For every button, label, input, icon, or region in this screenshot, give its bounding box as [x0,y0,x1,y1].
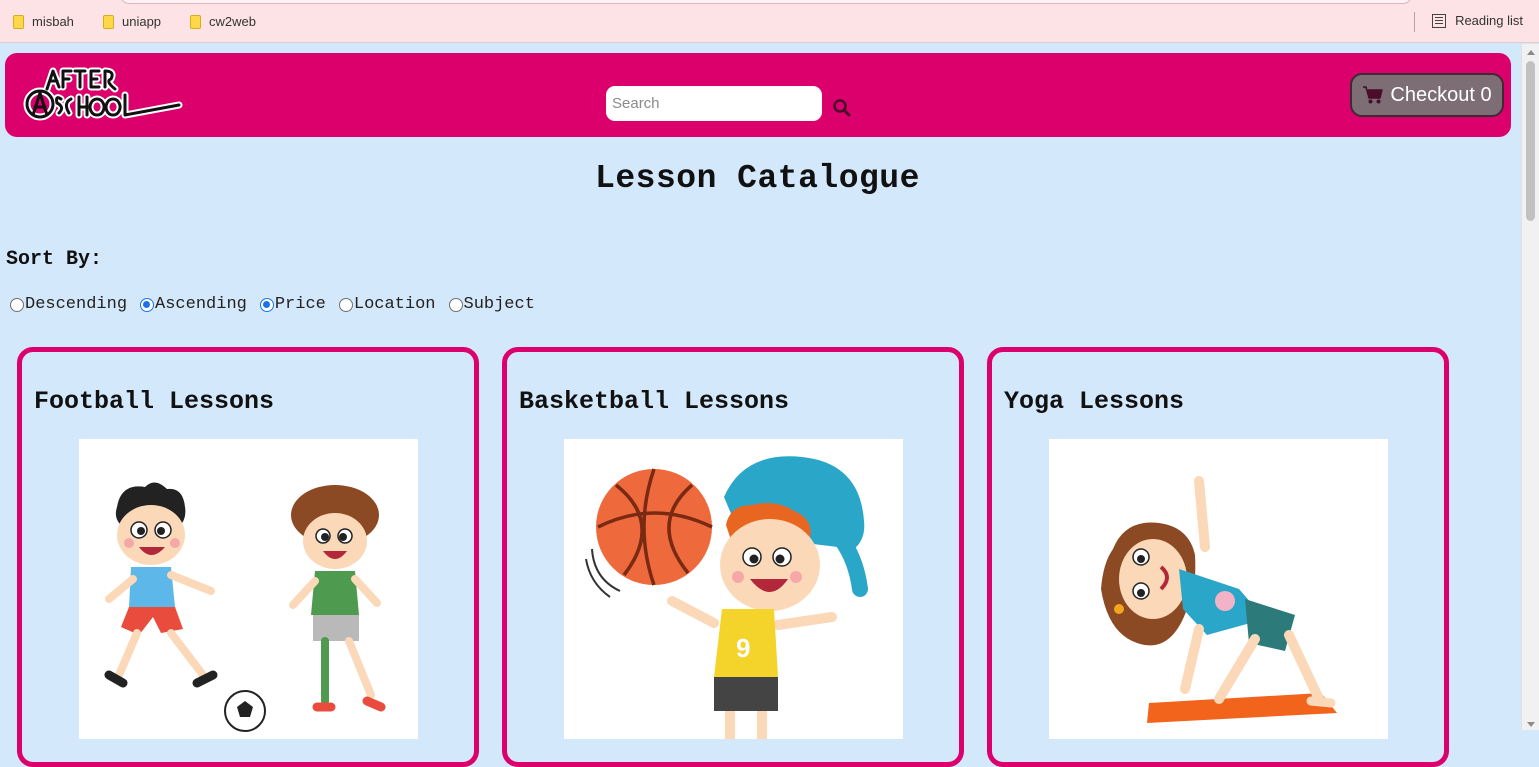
option-label: Price [274,295,326,314]
option-label: Descending [25,295,128,314]
lesson-card-basketball: Basketball Lessons 9 [502,347,964,767]
lesson-title: Football Lessons [34,387,275,416]
basketball-lesson-image: 9 [564,439,903,739]
reading-list-icon [1432,13,1447,28]
bookmark-label: cw2web [209,14,256,29]
scroll-down-icon[interactable] [1527,722,1535,727]
address-bar-edge[interactable] [120,0,1412,4]
sort-ascending-option[interactable]: Ascending [140,295,247,314]
divider [1414,12,1415,32]
page-title: Lesson Catalogue [595,160,920,197]
bookmark-misbah[interactable]: misbah [13,14,74,29]
location-radio[interactable] [338,297,353,312]
cart-icon [1363,86,1384,104]
folder-icon [13,14,24,29]
sort-label: Sort By: [6,248,103,271]
checkout-button[interactable]: Checkout 0 [1350,73,1504,117]
lesson-title: Basketball Lessons [519,387,790,416]
scroll-thumb[interactable] [1526,61,1535,221]
lesson-title: Yoga Lessons [1004,387,1185,416]
bookmark-uniapp[interactable]: uniapp [103,14,161,29]
football-lesson-image [79,439,418,739]
option-label: Subject [463,295,535,314]
option-label: Ascending [155,295,247,314]
reading-list-label: Reading list [1455,13,1523,28]
lesson-card-yoga: Yoga Lessons [987,347,1449,767]
yoga-lesson-image [1049,439,1388,739]
reading-list-button[interactable]: Reading list [1432,13,1523,28]
search-icon[interactable] [832,98,852,118]
bookmark-label: uniapp [122,14,162,29]
sort-subject-option[interactable]: Subject [448,295,535,314]
sort-descending-option[interactable]: Descending [10,295,127,314]
sort-location-option[interactable]: Location [338,295,436,314]
bookmark-cw2web[interactable]: cw2web [190,14,256,29]
scroll-up-icon[interactable] [1527,50,1535,55]
option-label: Location [353,295,436,314]
lesson-card-football: Football Lessons [17,347,479,767]
folder-icon [103,14,114,29]
svg-text:9: 9 [736,633,750,663]
subject-radio[interactable] [448,297,463,312]
bookmarks-bar: misbah uniapp cw2web Reading list [0,0,1539,43]
sort-options: Descending Ascending Price Location Subj… [10,295,548,314]
site-header: Checkout 0 [5,53,1511,137]
after-school-logo[interactable] [23,59,183,131]
descending-radio[interactable] [10,297,24,312]
search-input[interactable] [606,86,822,121]
search-bar [606,86,852,121]
ascending-radio[interactable] [140,297,155,312]
price-radio[interactable] [259,297,274,312]
checkout-label: Checkout 0 [1390,83,1492,106]
folder-icon [190,14,201,29]
sort-price-option[interactable]: Price [259,295,326,314]
page-scrollbar[interactable] [1521,44,1539,730]
bookmark-label: misbah [32,14,74,29]
